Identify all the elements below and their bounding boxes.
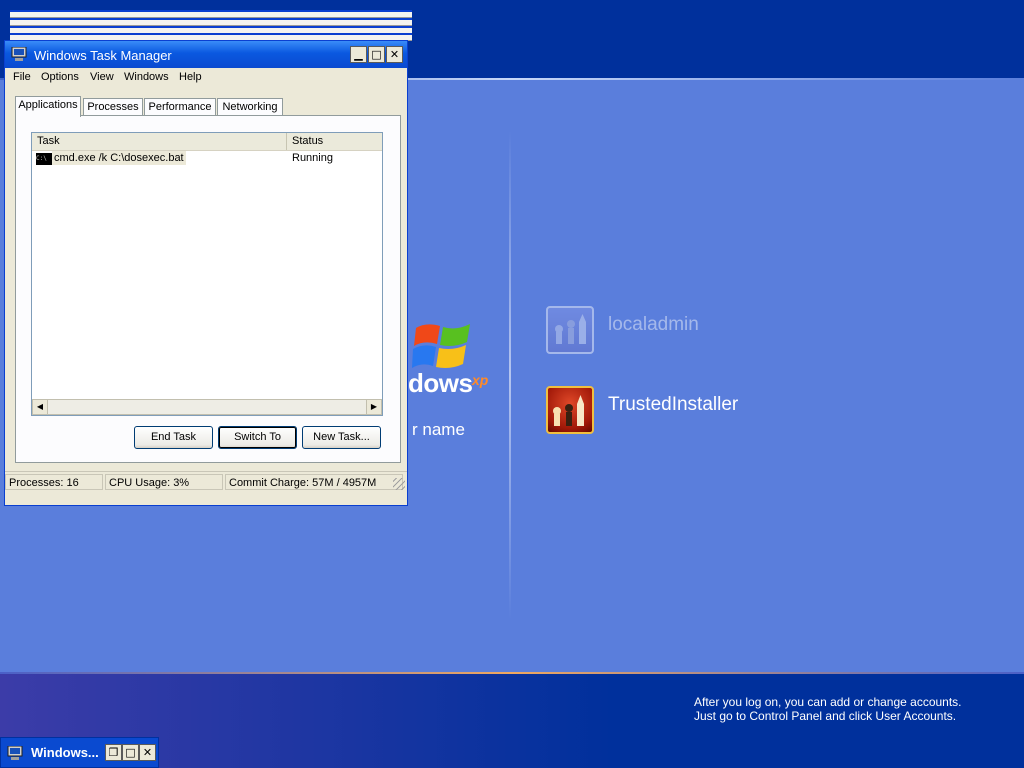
tab-networking[interactable]: Networking bbox=[217, 98, 283, 116]
user-tile-trustedinstaller[interactable]: TrustedInstaller bbox=[546, 386, 738, 434]
restore-button[interactable]: ❐ bbox=[105, 744, 122, 761]
maximize-icon: □ bbox=[125, 746, 136, 759]
column-header-status[interactable]: Status bbox=[287, 133, 382, 150]
status-bar: Processes: 16 CPU Usage: 3% Commit Charg… bbox=[5, 471, 407, 492]
new-task-button[interactable]: New Task... bbox=[302, 426, 381, 449]
windows-logo-text: dows bbox=[408, 368, 473, 398]
list-header: Task Status bbox=[32, 133, 382, 151]
menu-view[interactable]: View bbox=[90, 71, 114, 83]
column-header-task[interactable]: Task bbox=[32, 133, 287, 150]
task-manager-window: Windows Task Manager ▁ □ ✕ File Options … bbox=[4, 40, 408, 506]
help-line-1: After you log on, you can add or change … bbox=[694, 695, 962, 709]
chess-pieces-icon bbox=[546, 386, 594, 434]
status-cpu-usage: CPU Usage: 3% bbox=[105, 474, 223, 490]
task-manager-icon bbox=[11, 47, 27, 61]
scroll-right-button[interactable]: ▶ bbox=[366, 399, 382, 415]
welcome-instruction-text: r name bbox=[412, 420, 465, 439]
windows-flag-icon bbox=[412, 324, 470, 368]
close-button[interactable]: ✕ bbox=[386, 46, 403, 63]
window-trail bbox=[10, 18, 412, 26]
minimized-window-title: Windows... bbox=[31, 745, 99, 760]
maximize-button[interactable]: □ bbox=[368, 46, 385, 63]
horizontal-scrollbar[interactable]: ◀ ▶ bbox=[32, 399, 382, 415]
accounts-help-text: After you log on, you can add or change … bbox=[694, 695, 962, 723]
vertical-divider bbox=[509, 130, 511, 620]
tab-performance[interactable]: Performance bbox=[144, 98, 216, 116]
switch-to-button[interactable]: Switch To bbox=[218, 426, 297, 449]
title-bar[interactable]: Windows Task Manager ▁ □ ✕ bbox=[5, 41, 407, 68]
close-icon: ✕ bbox=[142, 746, 153, 759]
windows-logo-xp: xp bbox=[472, 372, 489, 388]
scroll-track[interactable] bbox=[48, 399, 366, 415]
window-title: Windows Task Manager bbox=[34, 48, 172, 63]
task-manager-icon bbox=[7, 746, 23, 760]
close-icon: ✕ bbox=[389, 48, 400, 61]
tab-strip: Applications Processes Performance Netwo… bbox=[5, 96, 407, 117]
minimized-window[interactable]: Windows... ❐ □ ✕ bbox=[0, 737, 159, 768]
end-task-button[interactable]: End Task bbox=[134, 426, 213, 449]
status-commit-charge: Commit Charge: 57M / 4957M bbox=[225, 474, 403, 490]
maximize-button[interactable]: □ bbox=[122, 744, 139, 761]
resize-grip[interactable] bbox=[393, 478, 405, 490]
tab-applications[interactable]: Applications bbox=[15, 96, 81, 117]
arrow-left-icon: ◀ bbox=[36, 402, 44, 411]
menu-help[interactable]: Help bbox=[179, 71, 202, 83]
user-tile-localadmin[interactable]: localadmin bbox=[546, 306, 699, 354]
arrow-right-icon: ▶ bbox=[370, 402, 378, 411]
task-status: Running bbox=[292, 152, 333, 164]
chess-pieces-icon bbox=[546, 306, 594, 354]
close-button[interactable]: ✕ bbox=[139, 744, 156, 761]
console-icon: C:\ bbox=[36, 153, 52, 165]
task-list[interactable]: Task Status C:\ cmd.exe /k C:\dosexec.ba… bbox=[31, 132, 383, 416]
menu-windows[interactable]: Windows bbox=[124, 71, 169, 83]
window-trail bbox=[10, 10, 412, 18]
help-line-2: Just go to Control Panel and click User … bbox=[694, 709, 957, 723]
maximize-icon: □ bbox=[371, 48, 382, 61]
menu-options[interactable]: Options bbox=[41, 71, 79, 83]
menu-file[interactable]: File bbox=[13, 71, 31, 83]
restore-icon: ❐ bbox=[108, 746, 119, 759]
minimize-button[interactable]: ▁ bbox=[350, 46, 367, 63]
user-name-trustedinstaller: TrustedInstaller bbox=[608, 394, 739, 415]
status-processes: Processes: 16 bbox=[5, 474, 103, 490]
task-name: cmd.exe /k C:\dosexec.bat bbox=[52, 151, 186, 165]
scroll-left-button[interactable]: ◀ bbox=[32, 399, 48, 415]
user-name-localadmin: localadmin bbox=[608, 314, 699, 335]
menu-bar: File Options View Windows Help bbox=[5, 68, 407, 88]
minimize-icon: ▁ bbox=[354, 48, 363, 61]
tab-processes[interactable]: Processes bbox=[83, 98, 143, 116]
table-row[interactable]: C:\ cmd.exe /k C:\dosexec.bat Running bbox=[34, 151, 382, 167]
